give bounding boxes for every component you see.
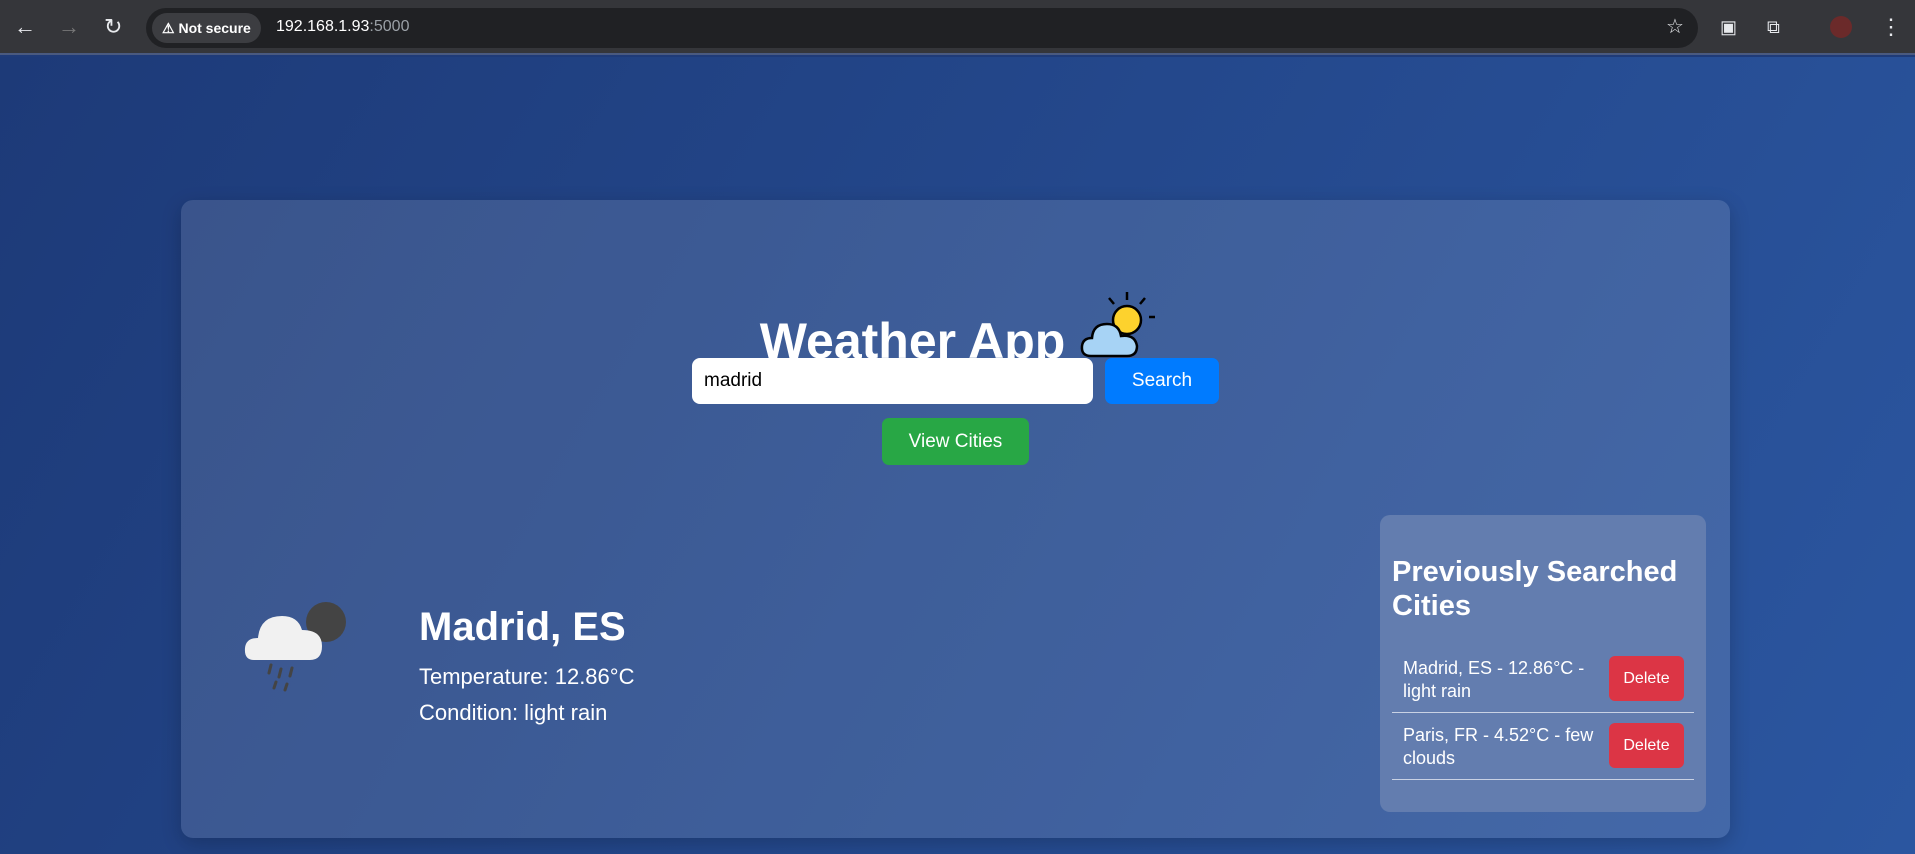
menu-icon[interactable]: ⋮: [1880, 14, 1902, 40]
delete-button[interactable]: Delete: [1609, 656, 1684, 701]
puzzle-icon[interactable]: ⧉: [1767, 14, 1780, 40]
history-item-text: Madrid, ES - 12.86°C - light rain: [1403, 658, 1585, 701]
security-chip[interactable]: ⚠ Not secure: [152, 13, 261, 43]
reload-icon[interactable]: ↻: [104, 14, 122, 40]
city-search-input[interactable]: [692, 358, 1093, 404]
history-heading: Previously Searched Cities: [1392, 556, 1678, 622]
sun-cloud-icon: [1080, 292, 1156, 358]
rain-cloud-icon: [244, 602, 346, 692]
url-text[interactable]: 192.168.1.93:5000: [276, 18, 409, 36]
delete-button[interactable]: Delete: [1609, 723, 1684, 768]
history-item: Paris, FR - 4.52°C - few clouds Delete: [1392, 714, 1694, 780]
view-cities-button[interactable]: View Cities: [882, 418, 1029, 465]
forward-icon[interactable]: →: [58, 14, 80, 40]
current-city: Madrid, ES: [419, 605, 626, 649]
search-button[interactable]: Search: [1105, 358, 1219, 404]
history-item-text: Paris, FR - 4.52°C - few clouds: [1403, 725, 1594, 768]
profile-avatar[interactable]: [1830, 16, 1852, 38]
url-port: :5000: [369, 18, 410, 35]
extension-icon[interactable]: ▣: [1720, 14, 1737, 40]
bookmark-star-icon[interactable]: ☆: [1666, 14, 1684, 40]
back-icon[interactable]: ←: [14, 14, 36, 40]
current-condition: Condition: light rain: [419, 700, 608, 725]
history-panel: Previously Searched Cities Madrid, ES - …: [1380, 515, 1706, 812]
url-host: 192.168.1.93: [276, 18, 370, 35]
history-item: Madrid, ES - 12.86°C - light rain Delete: [1392, 647, 1694, 713]
security-label: Not secure: [178, 20, 251, 36]
current-temperature: Temperature: 12.86°C: [419, 664, 635, 689]
warning-icon: ⚠: [162, 20, 179, 36]
browser-toolbar: ← → ↻ ⚠ Not secure 192.168.1.93:5000 ☆ ▣…: [0, 0, 1915, 55]
address-bar[interactable]: ⚠ Not secure 192.168.1.93:5000 ☆: [146, 8, 1698, 48]
